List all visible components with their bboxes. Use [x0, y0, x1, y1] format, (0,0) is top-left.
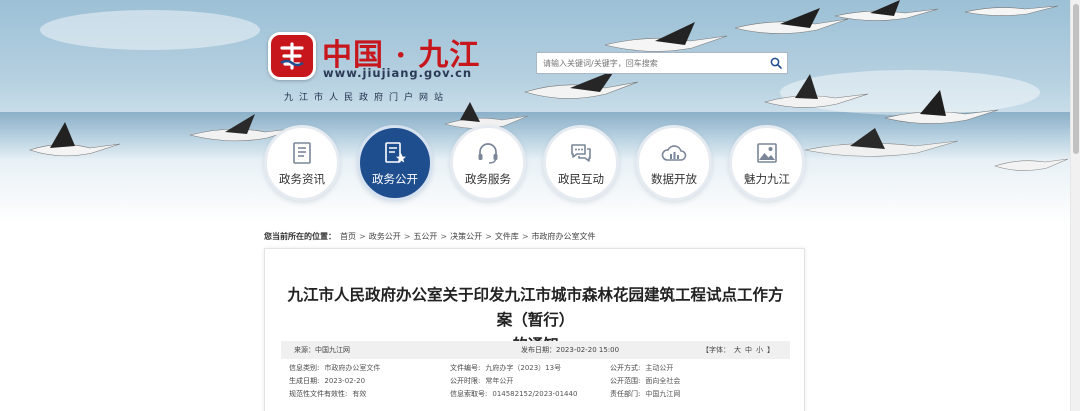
breadcrumb-label: 您当前所在的位置： — [264, 232, 336, 241]
crane-decoration — [994, 158, 1069, 171]
search-input[interactable] — [537, 53, 765, 73]
article-title-line: 九江市人民政府办公室关于印发九江市城市森林花园建筑工程试点工作方案（暂行） — [287, 286, 784, 329]
article-publish-date: 发布日期：2023-02-20 15:00 — [521, 346, 620, 354]
font-size-large-button[interactable]: 大 — [734, 345, 741, 355]
cloud-chart-icon — [661, 144, 687, 161]
nav-label: 数据开放 — [651, 171, 697, 186]
info-cell-public-scope: 公开范围: 面向全社会 — [610, 375, 680, 388]
nav-item-charm-jiujiang[interactable]: 魅力九江 — [729, 125, 805, 201]
info-cell-public-period: 公开时限: 常年公开 — [450, 375, 513, 388]
jiujiang-logo-icon[interactable] — [268, 32, 316, 80]
font-size-bracket: 】 — [767, 346, 774, 354]
info-cell-category: 信息类别: 市政府办公室文件 — [289, 362, 380, 375]
font-size-small-button[interactable]: 小 — [756, 345, 763, 355]
nav-label: 政务公开 — [372, 171, 418, 186]
search-icon — [770, 57, 782, 69]
breadcrumb-separator: > — [485, 232, 492, 241]
breadcrumb-separator: > — [440, 232, 448, 241]
info-value: 有效 — [352, 390, 367, 398]
breadcrumb-link-five-public[interactable]: 五公开 — [413, 231, 437, 242]
nav-item-news[interactable]: 政务资讯 — [264, 125, 340, 201]
article-card: 九江市人民政府办公室关于印发九江市城市森林花园建筑工程试点工作方案（暂行） 的通… — [264, 248, 805, 411]
info-key: 信息索取号: — [450, 390, 488, 398]
crane-decoration — [964, 5, 1059, 16]
info-value: 常年公开 — [485, 377, 514, 385]
info-key: 规范性文件有效性: — [289, 390, 348, 398]
font-size-control: 【字体： 大 中 小 】 — [700, 345, 776, 355]
nav-label: 政民互动 — [558, 171, 604, 186]
nav-label: 魅力九江 — [744, 171, 790, 186]
info-cell-department: 责任部门: 中国九江网 — [610, 388, 680, 401]
document-star-icon — [385, 141, 406, 163]
info-cell-generated-date: 生成日期: 2023-02-20 — [289, 375, 365, 388]
info-row: 规范性文件有效性: 有效 信息索取号: 014582152/2023-01440 责… — [289, 388, 789, 401]
chat-bubbles-icon — [571, 143, 591, 162]
nav-label: 政务服务 — [465, 171, 511, 186]
font-size-label: 【字体： — [702, 346, 730, 354]
scrollbar-thumb[interactable] — [1073, 4, 1079, 154]
breadcrumb: 您当前所在的位置： 首页 > 政务公开 > 五公开 > 决策公开 > 文件库 >… — [264, 231, 596, 242]
crane-decoration — [763, 74, 869, 108]
font-size-medium-button[interactable]: 中 — [745, 345, 752, 355]
info-value: 中国九江网 — [645, 390, 681, 398]
nav-item-services[interactable]: 政务服务 — [450, 125, 526, 201]
info-cell-public-method: 公开方式: 主动公开 — [610, 362, 673, 375]
cloud-decoration — [40, 10, 260, 50]
crane-decoration — [834, 0, 939, 21]
nav-item-open-data[interactable]: 数据开放 — [636, 125, 712, 201]
info-key: 责任部门: — [610, 390, 641, 398]
document-info-table: 信息类别: 市政府办公室文件 文件编号: 九府办字（2023）13号 公开方式: 主动… — [289, 362, 789, 401]
site-subtitle: 九江市人民政府门户网站 — [284, 93, 450, 103]
info-key: 公开方式: — [610, 364, 641, 372]
breadcrumb-separator: > — [359, 232, 366, 241]
info-row: 信息类别: 市政府办公室文件 文件编号: 九府办字（2023）13号 公开方式: 主动… — [289, 362, 789, 375]
breadcrumb-link-file-library[interactable]: 文件库 — [495, 231, 519, 242]
search-box — [536, 52, 788, 74]
info-value: 市政府办公室文件 — [324, 364, 381, 372]
info-key: 信息类别: — [289, 364, 320, 372]
nav-item-interaction[interactable]: 政民互动 — [543, 125, 619, 201]
page-scrollbar[interactable] — [1070, 0, 1080, 411]
info-key: 公开时限: — [450, 377, 481, 385]
crane-decoration — [29, 122, 121, 157]
info-key: 生成日期: — [289, 377, 320, 385]
breadcrumb-separator: > — [521, 232, 529, 241]
nav-label: 政务资讯 — [279, 171, 325, 186]
info-cell-file-number: 文件编号: 九府办字（2023）13号 — [450, 362, 561, 375]
newspaper-icon — [293, 141, 311, 164]
article-meta-bar: 来源：中国九江网 发布日期：2023-02-20 15:00 【字体： 大 中 … — [281, 341, 790, 359]
info-value: 014582152/2023-01440 — [492, 390, 578, 398]
header-banner: 中国 · 九江 www.jiujiang.gov.cn 九江市人民政府门户网站 … — [0, 0, 1070, 225]
site-url[interactable]: www.jiujiang.gov.cn — [323, 66, 472, 80]
info-key: 公开范围: — [610, 377, 641, 385]
info-value: 2023-02-20 — [324, 377, 366, 385]
info-cell-validity: 规范性文件有效性: 有效 — [289, 388, 366, 401]
headset-icon — [478, 142, 498, 164]
main-nav: 政务资讯 政务公开 政务服务 政民互动 数据开放 魅力九江 — [264, 125, 805, 205]
nav-item-government-affairs-public[interactable]: 政务公开 — [357, 125, 433, 201]
breadcrumb-link-office-files[interactable]: 市政府办公室文件 — [532, 231, 596, 242]
info-row: 生成日期: 2023-02-20 公开时限: 常年公开 公开范围: 面向全社会 — [289, 375, 789, 388]
info-cell-index-number: 信息索取号: 014582152/2023-01440 — [450, 388, 577, 401]
info-value: 主动公开 — [645, 364, 674, 372]
breadcrumb-link-public[interactable]: 政务公开 — [369, 231, 401, 242]
info-value: 面向全社会 — [645, 377, 681, 385]
breadcrumb-link-home[interactable]: 首页 — [340, 231, 356, 242]
breadcrumb-link-decision-public[interactable]: 决策公开 — [450, 231, 482, 242]
article-source: 来源：中国九江网 — [294, 346, 350, 354]
search-button[interactable] — [765, 53, 787, 73]
picture-icon — [757, 142, 777, 163]
breadcrumb-separator: > — [403, 232, 411, 241]
info-value: 九府办字（2023）13号 — [485, 364, 562, 372]
info-key: 文件编号: — [450, 364, 481, 372]
crane-decoration — [804, 128, 959, 157]
